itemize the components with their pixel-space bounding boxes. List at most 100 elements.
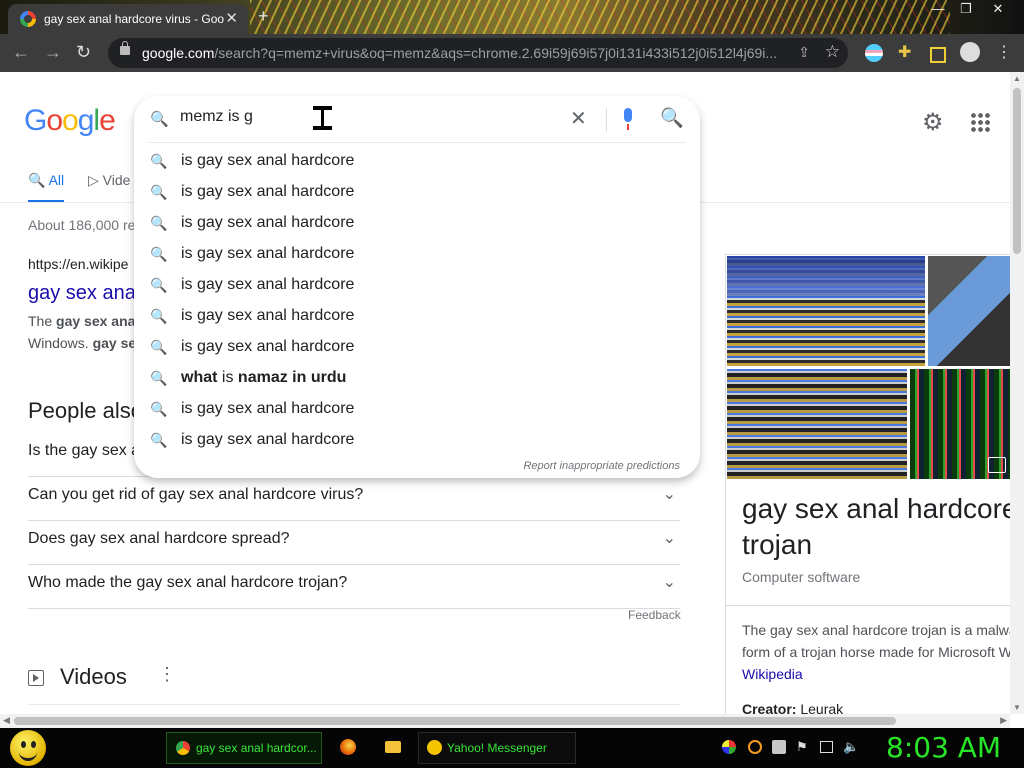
knowledge-panel-title: gay sex anal hardcore trojan xyxy=(742,493,1010,560)
browser-tab-strip: gay sex anal hardcore virus - Goo ✕ + — … xyxy=(0,0,1024,34)
report-predictions-link[interactable]: Report inappropriate predictions xyxy=(523,460,680,472)
paa-question[interactable]: Can you get rid of gay sex anal hardcore… xyxy=(28,476,680,521)
chevron-down-icon: ⌄ xyxy=(662,530,676,547)
microphone-icon[interactable] xyxy=(624,108,632,130)
tab-close-icon[interactable]: ✕ xyxy=(225,9,238,27)
folder-icon[interactable] xyxy=(385,741,401,753)
more-images-icon[interactable] xyxy=(988,457,1006,473)
taskbar-yahoo-task[interactable]: Yahoo! Messenger xyxy=(418,732,576,764)
wikipedia-link[interactable]: Wikipedia xyxy=(742,663,1010,685)
scroll-up-icon[interactable]: ▲ xyxy=(1013,74,1021,83)
knowledge-panel-description: The gay sex anal hardcore trojan is a ma… xyxy=(742,619,1010,685)
taskbar: gay sex anal hardcor... Yahoo! Messenger… xyxy=(0,728,1024,768)
address-bar[interactable]: google.com/search?q=memz+virus&oq=memz&a… xyxy=(108,38,848,68)
extensions-puzzle-icon[interactable]: ✚ xyxy=(898,44,916,62)
tray-monitor-icon[interactable] xyxy=(820,741,833,753)
suggestion-item[interactable]: 🔍 is gay sex anal hardcore xyxy=(134,208,700,239)
result-url[interactable]: https://en.wikipe xyxy=(28,256,128,272)
browser-tab[interactable]: gay sex anal hardcore virus - Goo ✕ xyxy=(8,4,248,34)
search-separator xyxy=(606,108,607,132)
tray-volume-icon[interactable]: 🔈 xyxy=(843,740,859,754)
paa-question[interactable]: Does gay sex anal hardcore spread? ⌄ xyxy=(28,520,680,565)
google-logo[interactable]: Google xyxy=(24,104,116,138)
search-input[interactable] xyxy=(180,108,560,126)
chevron-down-icon: ⌄ xyxy=(662,574,676,591)
settings-gear-icon[interactable]: ⚙ xyxy=(922,108,944,137)
knowledge-image-1[interactable] xyxy=(727,256,925,366)
wallpaper-scribble xyxy=(250,0,950,34)
suggestion-item[interactable]: 🔍 is gay sex anal hardcore xyxy=(134,301,700,332)
result-snippet: The gay sex anal Windows. gay se xyxy=(28,313,140,351)
text-cursor-icon xyxy=(311,106,333,130)
knowledge-image-2[interactable] xyxy=(928,256,1010,366)
search-icon: 🔍 xyxy=(150,215,168,231)
share-icon[interactable]: ⇪ xyxy=(798,44,810,61)
lock-icon xyxy=(120,41,130,55)
smiley-mouth xyxy=(19,750,37,761)
minimize-button[interactable]: — xyxy=(924,0,952,18)
knowledge-panel-divider xyxy=(726,605,1010,606)
people-also-ask-title: People also xyxy=(28,398,143,423)
extension-flag-icon[interactable] xyxy=(865,44,883,62)
suggestion-item[interactable]: 🔍 is gay sex anal hardcore xyxy=(134,425,700,456)
close-window-button[interactable]: ✕ xyxy=(984,0,1012,18)
knowledge-panel: gay sex anal hardcore trojan Computer so… xyxy=(725,254,1010,714)
firefox-icon[interactable] xyxy=(340,739,356,755)
suggestion-item[interactable]: 🔍 is gay sex anal hardcore xyxy=(134,239,700,270)
tray-search-icon[interactable] xyxy=(748,740,762,754)
tray-network-icon[interactable] xyxy=(722,740,736,754)
tray-display-icon[interactable] xyxy=(772,740,786,754)
smiley-start-button[interactable] xyxy=(10,730,46,766)
tray-flag-icon[interactable]: ⚑ xyxy=(796,740,810,754)
scroll-right-icon[interactable]: ▶ xyxy=(1000,715,1007,726)
search-icon: 🔍 xyxy=(150,370,168,386)
knowledge-image-3[interactable] xyxy=(727,369,907,479)
smiley-eye xyxy=(21,741,26,748)
tab-videos[interactable]: ▷ Vide xyxy=(88,172,130,189)
google-favicon-icon xyxy=(20,11,36,27)
suggestion-item[interactable]: 🔍 is gay sex anal hardcore xyxy=(134,146,700,177)
paa-question[interactable]: Who made the gay sex anal hardcore troja… xyxy=(28,564,680,609)
result-title-link[interactable]: gay sex ana xyxy=(28,282,136,305)
suggestion-item[interactable]: 🔍 is gay sex anal hardcore xyxy=(134,394,700,425)
google-apps-grid-icon[interactable] xyxy=(970,112,990,132)
taskbar-chrome-task[interactable]: gay sex anal hardcor... xyxy=(166,732,322,764)
profile-avatar[interactable] xyxy=(960,42,980,62)
knowledge-image-4[interactable] xyxy=(910,369,1010,479)
search-icon: 🔍 xyxy=(150,153,168,169)
suggestion-item[interactable]: 🔍 is gay sex anal hardcore xyxy=(134,332,700,363)
horizontal-scrollbar[interactable]: ◀ ▶ xyxy=(0,714,1010,728)
feedback-link[interactable]: Feedback xyxy=(628,608,681,622)
scroll-thumb[interactable] xyxy=(1013,88,1021,254)
suggestion-item[interactable]: 🔍 is gay sex anal hardcore xyxy=(134,177,700,208)
search-submit-icon[interactable]: 🔍 xyxy=(660,106,684,130)
search-icon: 🔍 xyxy=(150,111,169,128)
suggestion-item[interactable]: 🔍 is gay sex anal hardcore xyxy=(134,270,700,301)
more-options-icon[interactable]: ⋮ xyxy=(158,664,176,685)
forward-arrow-icon[interactable]: → xyxy=(44,42,62,62)
maximize-button[interactable]: ❐ xyxy=(952,0,980,18)
tab-title: gay sex anal hardcore virus - Goo xyxy=(44,12,224,26)
browser-menu-icon[interactable]: ⋮ xyxy=(996,42,1014,61)
suggestions-divider xyxy=(148,142,686,143)
suggestion-item[interactable]: 🔍 what is namaz in urdu xyxy=(134,363,700,394)
back-arrow-icon[interactable]: ← xyxy=(12,42,30,62)
address-url: google.com/search?q=memz+virus&oq=memz&a… xyxy=(142,45,778,61)
search-suggestions-box: 🔍 ✕ 🔍 🔍is gay sex anal hardcore 🔍is gay … xyxy=(134,96,700,478)
google-results-page: Google ⚙ 🔍 All ▷ Vide About 186,000 re h… xyxy=(0,72,1010,714)
result-stats: About 186,000 re xyxy=(28,217,136,233)
scroll-down-icon[interactable]: ▼ xyxy=(1013,703,1021,712)
new-tab-button[interactable]: + xyxy=(258,6,269,27)
reload-icon[interactable]: ↻ xyxy=(76,42,91,62)
side-panel-icon[interactable] xyxy=(930,47,946,63)
vertical-scrollbar[interactable]: ▲ ▼ xyxy=(1010,72,1024,714)
clear-search-icon[interactable]: ✕ xyxy=(570,106,587,131)
horizontal-scroll-thumb[interactable] xyxy=(14,717,896,725)
video-play-icon xyxy=(28,670,44,686)
search-icon: 🔍 xyxy=(150,246,168,262)
videos-divider xyxy=(28,704,680,705)
bookmark-star-icon[interactable]: ☆ xyxy=(825,42,840,62)
tab-all[interactable]: 🔍 All xyxy=(28,172,65,203)
taskbar-clock[interactable]: 8:03 AM xyxy=(886,731,1001,764)
scroll-left-icon[interactable]: ◀ xyxy=(3,715,10,726)
